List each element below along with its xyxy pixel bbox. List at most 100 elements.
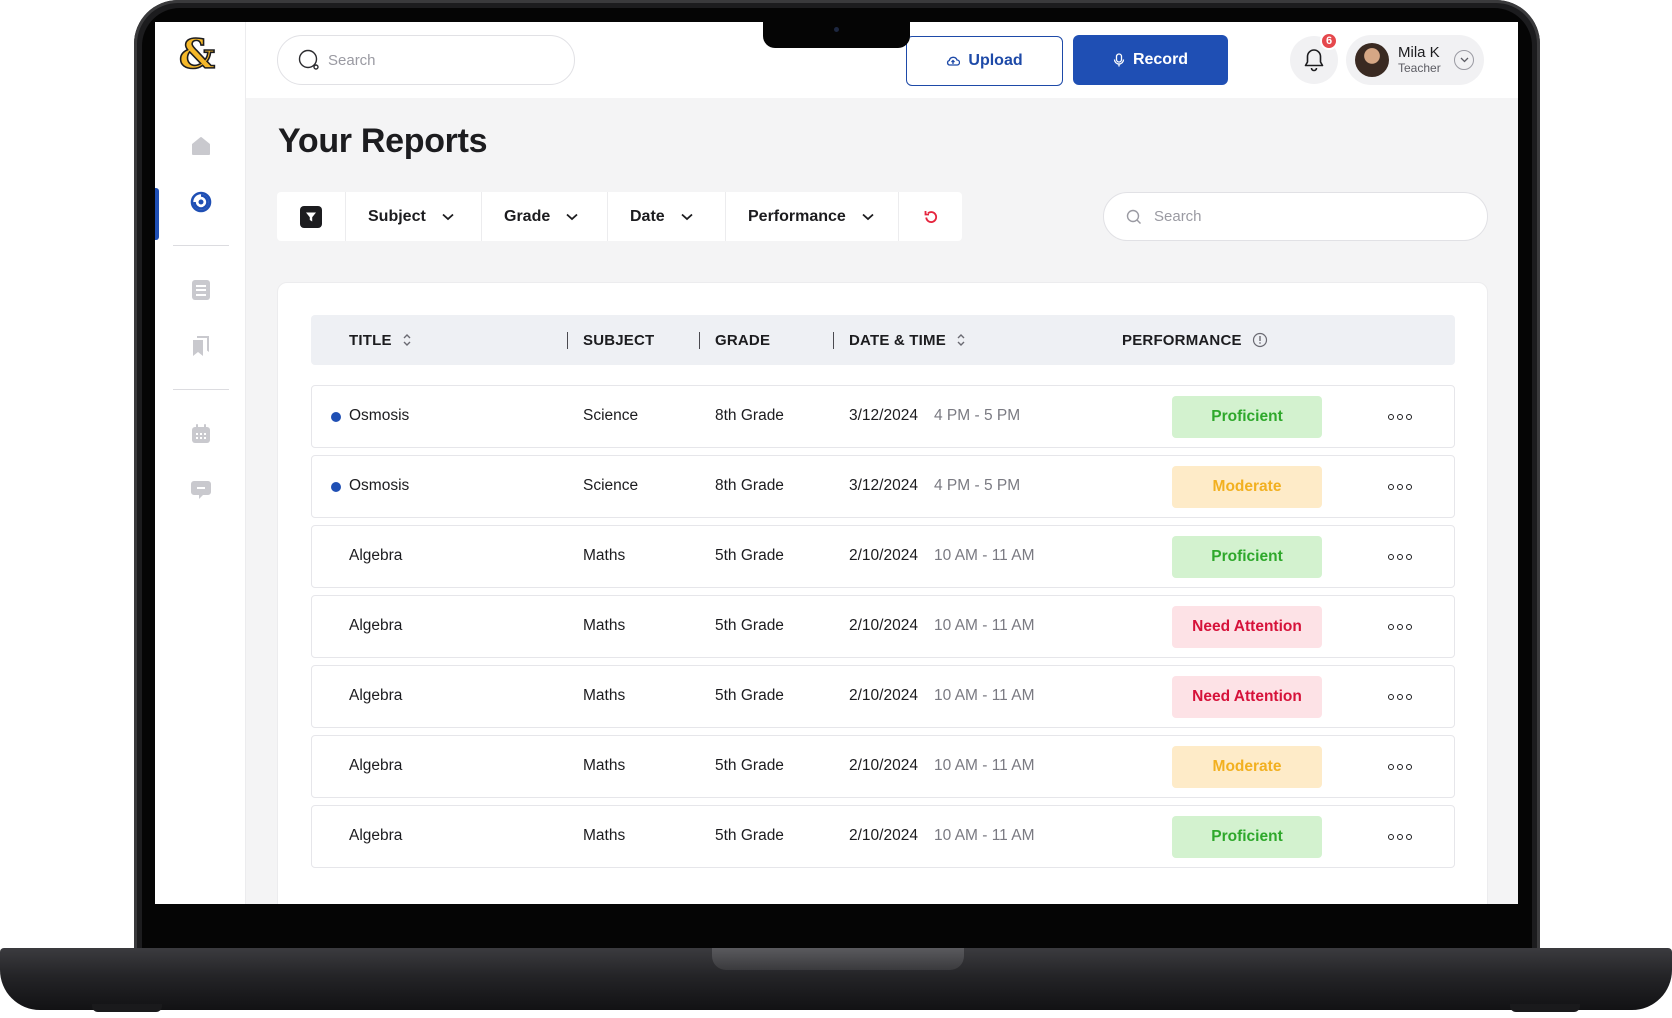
- report-time: 10 AM - 11 AM: [934, 547, 1035, 564]
- report-date: 2/10/2024: [849, 687, 918, 704]
- performance-badge: Need Attention: [1172, 606, 1322, 648]
- report-grade: 5th Grade: [715, 757, 784, 774]
- more-options-icon[interactable]: [1388, 624, 1412, 630]
- report-grade: 8th Grade: [715, 477, 784, 494]
- sidebar-divider: [173, 389, 229, 390]
- report-subject: Science: [583, 477, 639, 494]
- table-row[interactable]: Algebra Maths 5th Grade 2/10/2024 10 AM - 11…: [311, 595, 1455, 658]
- report-subject: Maths: [583, 827, 626, 844]
- report-grade: 5th Grade: [715, 687, 784, 704]
- laptop-foot: [1510, 1004, 1580, 1012]
- subject-filter-label: Subject: [368, 207, 426, 225]
- record-button[interactable]: Record: [1073, 35, 1228, 85]
- microphone-icon: [1113, 53, 1125, 67]
- chevron-down-icon: [862, 213, 874, 220]
- report-time: 10 AM - 11 AM: [934, 827, 1035, 844]
- unread-indicator: [331, 412, 341, 422]
- report-title[interactable]: Osmosis: [349, 456, 409, 516]
- table-header: TITLE SUBJECT GRADE DATE & TIME PERFORMA…: [311, 315, 1455, 365]
- laptop-base-lip: [712, 948, 964, 970]
- app-screen: & Search Upload Record 6 Mila K Teacher …: [155, 22, 1518, 904]
- more-options-icon[interactable]: [1388, 484, 1412, 490]
- report-search-input[interactable]: Search: [1103, 192, 1488, 241]
- search-icon: [1126, 209, 1141, 224]
- report-time: 4 PM - 5 PM: [934, 477, 1021, 494]
- filter-toggle[interactable]: [277, 192, 346, 241]
- calendar-icon[interactable]: [188, 421, 214, 447]
- report-subject: Science: [583, 407, 639, 424]
- report-date: 2/10/2024: [849, 617, 918, 634]
- sidebar: &: [155, 22, 246, 904]
- subject-filter-dropdown[interactable]: Subject: [346, 192, 482, 241]
- home-icon[interactable]: [188, 133, 214, 159]
- column-header-title[interactable]: TITLE: [349, 315, 412, 365]
- column-grade-label: GRADE: [715, 331, 771, 349]
- laptop-foot: [92, 1004, 162, 1012]
- filter-bar: Subject Grade Date Performance: [277, 192, 962, 241]
- more-options-icon[interactable]: [1388, 764, 1412, 770]
- more-options-icon[interactable]: [1388, 414, 1412, 420]
- column-separator: [699, 332, 700, 349]
- table-row[interactable]: Algebra Maths 5th Grade 2/10/2024 10 AM - 11…: [311, 525, 1455, 588]
- column-header-datetime[interactable]: DATE & TIME: [849, 315, 966, 365]
- upload-label: Upload: [968, 52, 1023, 69]
- report-title[interactable]: Algebra: [349, 666, 402, 726]
- report-time: 4 PM - 5 PM: [934, 407, 1021, 424]
- report-title[interactable]: Algebra: [349, 596, 402, 656]
- sidebar-active-indicator: [155, 188, 159, 240]
- performance-filter-dropdown[interactable]: Performance: [726, 192, 899, 241]
- report-title[interactable]: Algebra: [349, 736, 402, 796]
- column-datetime-label: DATE & TIME: [849, 331, 946, 349]
- app-logo-icon[interactable]: &: [177, 30, 221, 79]
- report-subject: Maths: [583, 687, 626, 704]
- chevron-down-icon: [566, 213, 578, 220]
- report-title[interactable]: Algebra: [349, 806, 402, 866]
- column-header-grade: GRADE: [715, 315, 770, 365]
- more-options-icon[interactable]: [1388, 554, 1412, 560]
- library-icon[interactable]: [188, 333, 214, 359]
- upload-button[interactable]: Upload: [906, 36, 1063, 86]
- camera-icon: [834, 27, 839, 32]
- table-row[interactable]: Osmosis Science 8th Grade 3/12/2024 4 PM - 5…: [311, 455, 1455, 518]
- table-row[interactable]: Algebra Maths 5th Grade 2/10/2024 10 AM - 11…: [311, 805, 1455, 868]
- more-options-icon[interactable]: [1388, 694, 1412, 700]
- table-row[interactable]: Osmosis Science 8th Grade 3/12/2024 4 PM - 5…: [311, 385, 1455, 448]
- chat-icon[interactable]: [188, 476, 214, 502]
- user-profile-menu[interactable]: Mila K Teacher: [1346, 35, 1484, 85]
- more-options-icon[interactable]: [1388, 834, 1412, 840]
- table-row[interactable]: Algebra Maths 5th Grade 2/10/2024 10 AM - 11…: [311, 665, 1455, 728]
- date-filter-label: Date: [630, 207, 665, 225]
- reset-filters-button[interactable]: [899, 192, 962, 241]
- global-search-input[interactable]: Search: [277, 35, 575, 85]
- sort-icon: [403, 334, 411, 346]
- chevron-down-icon[interactable]: [1454, 50, 1474, 70]
- column-header-performance: PERFORMANCE: [1122, 315, 1268, 365]
- reports-icon[interactable]: [188, 189, 214, 215]
- document-icon[interactable]: [188, 277, 214, 303]
- camera-notch: [763, 20, 910, 48]
- reports-table: TITLE SUBJECT GRADE DATE & TIME PERFORMA…: [277, 282, 1488, 904]
- report-grade: 5th Grade: [715, 827, 784, 844]
- report-date: 2/10/2024: [849, 827, 918, 844]
- report-title[interactable]: Algebra: [349, 526, 402, 586]
- date-filter-dropdown[interactable]: Date: [608, 192, 726, 241]
- notifications-button[interactable]: 6: [1290, 32, 1338, 84]
- svg-text:&: &: [179, 32, 215, 76]
- table-row[interactable]: Algebra Maths 5th Grade 2/10/2024 10 AM - 11…: [311, 735, 1455, 798]
- report-time: 10 AM - 11 AM: [934, 687, 1035, 704]
- report-date: 3/12/2024: [849, 477, 918, 494]
- search-placeholder: Search: [1154, 208, 1202, 225]
- info-icon[interactable]: [1252, 332, 1268, 348]
- column-separator: [567, 332, 568, 349]
- report-subject: Maths: [583, 617, 626, 634]
- report-title[interactable]: Osmosis: [349, 386, 409, 446]
- page-title: Your Reports: [278, 122, 488, 160]
- performance-badge: Moderate: [1172, 466, 1322, 508]
- unread-indicator: [331, 482, 341, 492]
- column-title-label: TITLE: [349, 331, 392, 349]
- column-separator: [833, 332, 834, 349]
- performance-badge: Moderate: [1172, 746, 1322, 788]
- sidebar-divider: [173, 245, 229, 246]
- grade-filter-dropdown[interactable]: Grade: [482, 192, 608, 241]
- performance-badge: Need Attention: [1172, 676, 1322, 718]
